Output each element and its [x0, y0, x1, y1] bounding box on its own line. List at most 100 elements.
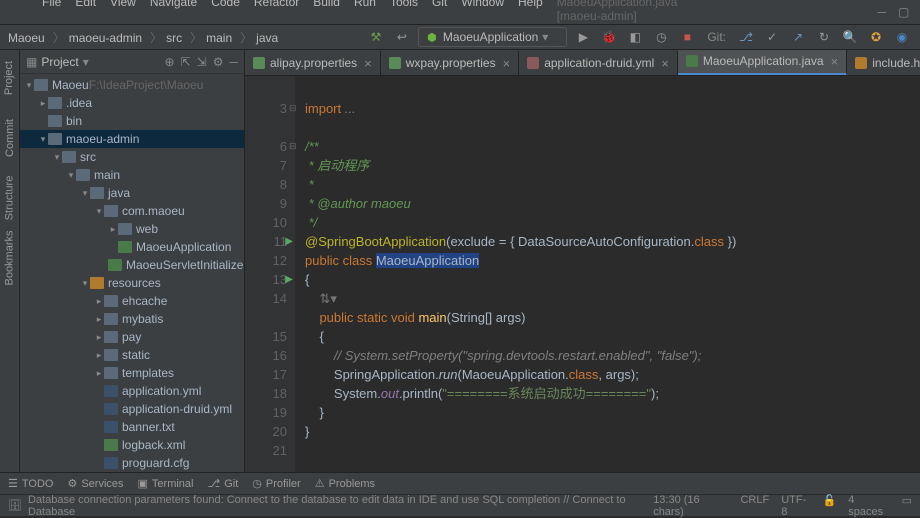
tree-item[interactable]: ▾src — [20, 148, 244, 166]
project-toggle-icon[interactable]: ▦ — [26, 55, 37, 69]
tree-arrow-icon[interactable]: ▾ — [24, 80, 34, 91]
run-icon[interactable]: ▶ — [573, 27, 593, 47]
tree-item[interactable]: banner.txt — [20, 418, 244, 436]
tree-item[interactable]: ▸mybatis — [20, 310, 244, 328]
tree-item[interactable]: ▸.idea — [20, 94, 244, 112]
gear-icon[interactable]: ⚙ — [213, 55, 224, 69]
code-editor[interactable]: 3678910▶1112▶131415161718192021 ✓ 1 ∧ ∨ … — [245, 76, 920, 472]
line-number[interactable]: 15 — [245, 327, 287, 346]
settings-icon[interactable]: ✪ — [866, 27, 886, 47]
collapse-icon[interactable]: ⇲ — [197, 55, 207, 69]
line-number[interactable]: 20 — [245, 422, 287, 441]
tree-item[interactable]: proguard.cfg — [20, 454, 244, 472]
tree-arrow-icon[interactable]: ▾ — [94, 206, 104, 217]
status-tip[interactable]: Database connection parameters found: Co… — [28, 494, 653, 518]
tree-arrow-icon[interactable]: ▸ — [94, 314, 104, 325]
breadcrumb-item[interactable]: src — [166, 31, 182, 45]
tree-arrow-icon[interactable]: ▾ — [80, 188, 90, 199]
tab-close-icon[interactable]: × — [831, 54, 839, 69]
tree-arrow-icon[interactable]: ▾ — [52, 152, 62, 163]
tree-item[interactable]: bin — [20, 112, 244, 130]
left-tab-project[interactable]: Project — [4, 61, 16, 95]
fold-icon[interactable]: ⊟ — [289, 99, 299, 118]
tool-problems[interactable]: ⚠Problems — [315, 477, 375, 490]
code-line[interactable]: SpringApplication.run(MaoeuApplication.c… — [305, 365, 920, 384]
tree-item[interactable]: ▸templates — [20, 364, 244, 382]
line-number[interactable]: 9 — [245, 194, 287, 213]
code-line[interactable]: * — [305, 175, 920, 194]
menu-help[interactable]: Help — [518, 0, 543, 9]
code-line[interactable]: public static void main(String[] args) — [305, 308, 920, 327]
code-line[interactable]: // System.setProperty("spring.devtools.r… — [305, 346, 920, 365]
tree-item[interactable]: MaoeuServletInitializer — [20, 256, 244, 274]
left-tab-structure[interactable]: Structure — [4, 176, 16, 221]
indent[interactable]: 4 spaces — [848, 494, 889, 518]
tree-item[interactable]: logback.xml — [20, 436, 244, 454]
back-icon[interactable]: ↩ — [392, 27, 412, 47]
line-number[interactable]: 21 — [245, 441, 287, 460]
menu-run[interactable]: Run — [354, 0, 376, 9]
tree-arrow-icon[interactable]: ▸ — [38, 98, 48, 109]
coverage-icon[interactable]: ◧ — [625, 27, 645, 47]
tree-item[interactable]: ▾main — [20, 166, 244, 184]
stop-icon[interactable]: ■ — [677, 27, 697, 47]
encoding[interactable]: UTF-8 — [781, 494, 810, 518]
editor-tab[interactable]: application-druid.yml× — [519, 51, 678, 75]
line-number[interactable]: 14 — [245, 289, 287, 308]
code-line[interactable] — [305, 441, 920, 460]
tab-close-icon[interactable]: × — [661, 56, 669, 71]
db-icon[interactable]: 🗄 — [8, 499, 22, 512]
tree-item[interactable]: ▸ehcache — [20, 292, 244, 310]
breadcrumb-item[interactable]: Maoeu — [8, 31, 45, 45]
breadcrumb-item[interactable]: main — [206, 31, 232, 45]
tool-terminal[interactable]: ▣Terminal — [138, 477, 194, 490]
code-line[interactable]: */ — [305, 213, 920, 232]
git-history-icon[interactable]: ↻ — [814, 27, 834, 47]
tree-item[interactable]: ▾Maoeu F:\IdeaProject\Maoeu — [20, 76, 244, 94]
tool-git[interactable]: ⎇Git — [208, 477, 239, 490]
gutter-run-icon[interactable]: ▶ — [285, 232, 293, 251]
git-update-icon[interactable]: ✓ — [762, 27, 782, 47]
hammer-build-icon[interactable]: ⚒ — [366, 27, 386, 47]
tree-arrow-icon[interactable]: ▸ — [94, 332, 104, 343]
tab-close-icon[interactable]: × — [503, 56, 511, 71]
code-line[interactable]: * @author maoeu — [305, 194, 920, 213]
line-number[interactable]: 18 — [245, 384, 287, 403]
menu-tools[interactable]: Tools — [390, 0, 418, 9]
tree-item[interactable]: MaoeuApplication — [20, 238, 244, 256]
tree-arrow-icon[interactable]: ▾ — [66, 170, 76, 181]
code-line[interactable]: { — [305, 270, 920, 289]
left-tab-commit[interactable]: Commit — [4, 119, 16, 157]
run-config-selector[interactable]: ⬢ MaoeuApplication ▾ — [418, 27, 567, 47]
hide-icon[interactable]: ─ — [229, 55, 238, 69]
tree-item[interactable]: application-druid.yml — [20, 400, 244, 418]
editor-tab[interactable]: alipay.properties× — [245, 51, 381, 75]
tree-arrow-icon[interactable]: ▸ — [94, 296, 104, 307]
tree-item[interactable]: application.yml — [20, 382, 244, 400]
tool-todo[interactable]: ☰TODO — [8, 477, 53, 490]
menu-navigate[interactable]: Navigate — [150, 0, 197, 9]
menu-view[interactable]: View — [110, 0, 136, 9]
avatar-icon[interactable]: ◉ — [892, 27, 912, 47]
line-number[interactable]: 17 — [245, 365, 287, 384]
tree-item[interactable]: ▸web — [20, 220, 244, 238]
caret-position[interactable]: 13:30 (16 chars) — [653, 494, 728, 518]
mem-icon[interactable]: ▭ — [902, 494, 912, 518]
menu-code[interactable]: Code — [211, 0, 240, 9]
line-number[interactable]: 8 — [245, 175, 287, 194]
menu-refactor[interactable]: Refactor — [254, 0, 299, 9]
maximize-icon[interactable]: ▢ — [898, 5, 909, 19]
line-separator[interactable]: CRLF — [740, 494, 769, 518]
line-number[interactable]: 6 — [245, 137, 287, 156]
code-line[interactable] — [305, 80, 920, 99]
editor-tab[interactable]: include.html× — [847, 51, 920, 75]
tree-item[interactable]: ▸pay — [20, 328, 244, 346]
tree-item[interactable]: ▾com.maoeu — [20, 202, 244, 220]
chevron-down-icon[interactable]: ▾ — [83, 55, 89, 69]
line-number[interactable]: 11 — [245, 232, 287, 251]
breadcrumb-item[interactable]: java — [256, 31, 278, 45]
line-number[interactable]: 13 — [245, 270, 287, 289]
minimize-icon[interactable]: ─ — [877, 5, 886, 19]
code-lines[interactable]: ✓ 1 ∧ ∨ ⊟import ...⊟/** * 启动程序 * * @auth… — [295, 76, 920, 472]
tree-item[interactable]: ▾java — [20, 184, 244, 202]
